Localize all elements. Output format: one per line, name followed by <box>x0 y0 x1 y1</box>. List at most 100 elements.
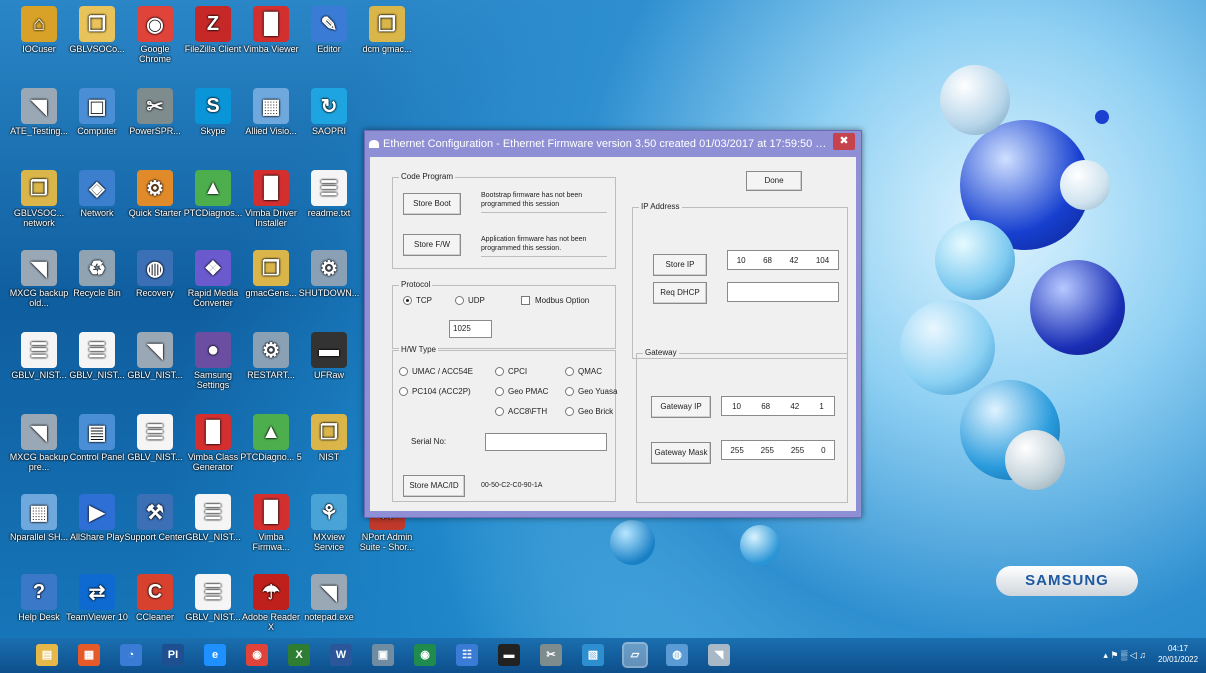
port-input[interactable]: 1025 <box>449 320 492 338</box>
store-fw-button[interactable]: Store F/W <box>403 234 461 256</box>
taskbar-clock[interactable]: 04:17 20/01/2022 <box>1158 643 1198 665</box>
desktop-icon[interactable]: S Skype <box>182 88 244 136</box>
desktop-icon-label: Recycle Bin <box>73 288 121 298</box>
acc8fth-radio[interactable]: ACC8\FTH <box>495 407 547 417</box>
taskbar-disk-app-icon[interactable]: ◍ <box>666 644 688 666</box>
store-ip-button[interactable]: Store IP <box>653 254 707 276</box>
taskbar-ethernet-config-icon[interactable]: ▱ <box>622 642 648 668</box>
desktop-icon[interactable]: ☰ GBLV_NIST... <box>124 414 186 462</box>
taskbar-monitor-app-icon[interactable]: ▧ <box>582 644 604 666</box>
desktop-icon[interactable]: ☂ Adobe Reader X <box>240 574 302 632</box>
desktop-icon[interactable]: C CCleaner <box>124 574 186 622</box>
taskbar-tool-app-icon[interactable]: ✂ <box>540 644 562 666</box>
desktop-icon[interactable]: █ Vimba Driver Installer <box>240 170 302 228</box>
desktop-icon[interactable]: ↻ SAOPRI <box>298 88 360 136</box>
desktop-icon[interactable]: ◥ MXCG backup old... <box>8 250 70 308</box>
gateway-mask-octet-3: 255 <box>790 445 805 455</box>
tcp-radio[interactable]: TCP <box>403 296 432 306</box>
desktop-icon[interactable]: ⌂ IOCuser <box>8 6 70 54</box>
desktop-icon[interactable]: ▲ PTCDiagnos... <box>182 170 244 218</box>
desktop-icon[interactable]: ✂ PowerSPR... <box>124 88 186 136</box>
taskbar-word-icon[interactable]: W <box>330 644 352 666</box>
taskbar-pmac-pi-icon[interactable]: PI <box>162 644 184 666</box>
gateway-mask-octet-1: 255 <box>730 445 744 455</box>
done-button[interactable]: Done <box>746 171 802 191</box>
dialog-titlebar[interactable]: Ethernet Configuration - Ethernet Firmwa… <box>365 131 861 157</box>
taskbar-internet-explorer-icon[interactable]: e <box>204 644 226 666</box>
desktop-icon[interactable]: ▣ Computer <box>66 88 128 136</box>
taskbar-app-grid-icon[interactable]: ▦ <box>78 644 100 666</box>
tray-icons[interactable]: ▴ ⚑ ▒ ◁ ♫ <box>1103 650 1146 661</box>
taskbar-remote-icon[interactable]: ▣ <box>372 644 394 666</box>
req-dhcp-button[interactable]: Req DHCP <box>653 282 707 304</box>
geo-brick-radio[interactable]: Geo Brick <box>565 407 613 417</box>
desktop-icon[interactable]: ◥ MXCG backup pre... <box>8 414 70 472</box>
store-boot-button[interactable]: Store Boot <box>403 193 461 215</box>
desktop-icon[interactable]: ☰ readme.txt <box>298 170 360 218</box>
desktop-icon[interactable]: ❐ GBLVSOC... network <box>8 170 70 228</box>
desktop-icon[interactable]: ⚙ RESTART... <box>240 332 302 380</box>
desktop-icon[interactable]: ✎ Editor <box>298 6 360 54</box>
desktop-icon[interactable]: ◈ Network <box>66 170 128 218</box>
desktop-icon[interactable]: ❐ dcm gmac... <box>356 6 418 54</box>
desktop-icon[interactable]: ⚙ SHUTDOWN... <box>298 250 360 298</box>
cpci-radio[interactable]: CPCI <box>495 367 527 377</box>
desktop-icon[interactable]: █ Vimba Class Generator <box>182 414 244 472</box>
desktop-icon[interactable]: ☰ GBLV_NIST... <box>8 332 70 380</box>
geo-pmac-radio[interactable]: Geo PMAC <box>495 387 548 397</box>
pc104-radio[interactable]: PC104 (ACC2P) <box>399 387 471 397</box>
desktop-icon[interactable]: ▦ Allied Visio... <box>240 88 302 136</box>
desktop-icon[interactable]: ▲ PTCDiagno... 5 <box>240 414 302 462</box>
desktop-icon[interactable]: ▦ Nparallel SH... <box>8 494 70 542</box>
desktop-icon[interactable]: ⚙ Quick Starter <box>124 170 186 218</box>
desktop-icon[interactable]: ⇄ TeamViewer 10 <box>66 574 128 622</box>
taskbar-clock-app-icon[interactable]: ◔ <box>120 644 142 666</box>
taskbar-network-app-icon[interactable]: ☷ <box>456 644 478 666</box>
desktop-icon[interactable]: ☰ GBLV_NIST... <box>182 574 244 622</box>
taskbar-notepad-app-icon[interactable]: ◥ <box>708 644 730 666</box>
desktop-icon[interactable]: ◥ ATE_Testing... <box>8 88 70 136</box>
modbus-checkbox[interactable]: Modbus Option <box>521 296 589 306</box>
desktop-icon[interactable]: █ Vimba Viewer <box>240 6 302 54</box>
desktop-icon[interactable]: ♻ Recycle Bin <box>66 250 128 298</box>
gateway-ip-button[interactable]: Gateway IP <box>651 396 711 418</box>
hw-type-group: H/W Type UMAC / ACC54E CPCI QMAC PC104 (… <box>392 345 617 502</box>
desktop-icon[interactable]: ⚒ Support Center <box>124 494 186 542</box>
gateway-mask-button[interactable]: Gateway Mask <box>651 442 711 464</box>
umac-radio[interactable]: UMAC / ACC54E <box>399 367 473 377</box>
desktop-icon[interactable]: ◥ notepad.exe <box>298 574 360 622</box>
desktop-icon[interactable]: ▶ AllShare Play <box>66 494 128 542</box>
desktop-icon[interactable]: ● Samsung Settings <box>182 332 244 390</box>
desktop-icon[interactable]: ❐ gmacGens... <box>240 250 302 298</box>
gateway-ip-input[interactable]: 10 68 42 1 <box>721 396 835 416</box>
store-mac-button[interactable]: Store MAC/ID <box>403 475 465 497</box>
qmac-radio[interactable]: QMAC <box>565 367 602 377</box>
desktop-icon[interactable]: ◍ Recovery <box>124 250 186 298</box>
desktop-icon[interactable]: Z FileZilla Client <box>182 6 244 54</box>
ip-address-input[interactable]: 10 68 42 104 <box>727 250 839 270</box>
taskbar-console-icon[interactable]: ▬ <box>498 644 520 666</box>
close-button[interactable]: ✖ <box>833 133 855 150</box>
desktop-icon[interactable]: ☰ GBLV_NIST... <box>66 332 128 380</box>
desktop-icon[interactable]: ◉ Google Chrome <box>124 6 186 64</box>
desktop-icon[interactable]: ❐ GBLVSOCo... <box>66 6 128 54</box>
desktop-icon[interactable]: ❐ NIST <box>298 414 360 462</box>
gateway-mask-input[interactable]: 255 255 255 0 <box>721 440 835 460</box>
taskbar-chrome-icon[interactable]: ◉ <box>246 644 268 666</box>
desktop-icon[interactable]: ▤ Control Panel <box>66 414 128 462</box>
taskbar-excel-icon[interactable]: X <box>288 644 310 666</box>
desktop-icon[interactable]: ❖ Rapid Media Converter <box>182 250 244 308</box>
desktop-icon[interactable]: ? Help Desk <box>8 574 70 622</box>
taskbar: ▤ ▦ ◔ PI e ◉ X W ▣ ◉ ☷ ▬ ✂ ▧ ▱ ◍ ◥ ▴ ⚑ ▒ ◁ ♫ 04:17 20/01… <box>0 638 1206 673</box>
udp-radio[interactable]: UDP <box>455 296 485 306</box>
taskbar-eye-app-icon[interactable]: ◉ <box>414 644 436 666</box>
taskbar-file-explorer-icon[interactable]: ▤ <box>36 644 58 666</box>
serial-number-input[interactable] <box>485 433 607 451</box>
dhcp-address-input[interactable] <box>727 282 839 302</box>
desktop-icon[interactable]: ◥ GBLV_NIST... <box>124 332 186 380</box>
desktop-icon[interactable]: █ Vimba Firmwa... <box>240 494 302 552</box>
geo-yuasa-radio[interactable]: Geo Yuasa <box>565 387 617 397</box>
desktop-icon[interactable]: ▬ UFRaw <box>298 332 360 380</box>
desktop-icon[interactable]: ☰ GBLV_NIST... <box>182 494 244 542</box>
desktop-icon[interactable]: ⚘ MXview Service <box>298 494 360 552</box>
